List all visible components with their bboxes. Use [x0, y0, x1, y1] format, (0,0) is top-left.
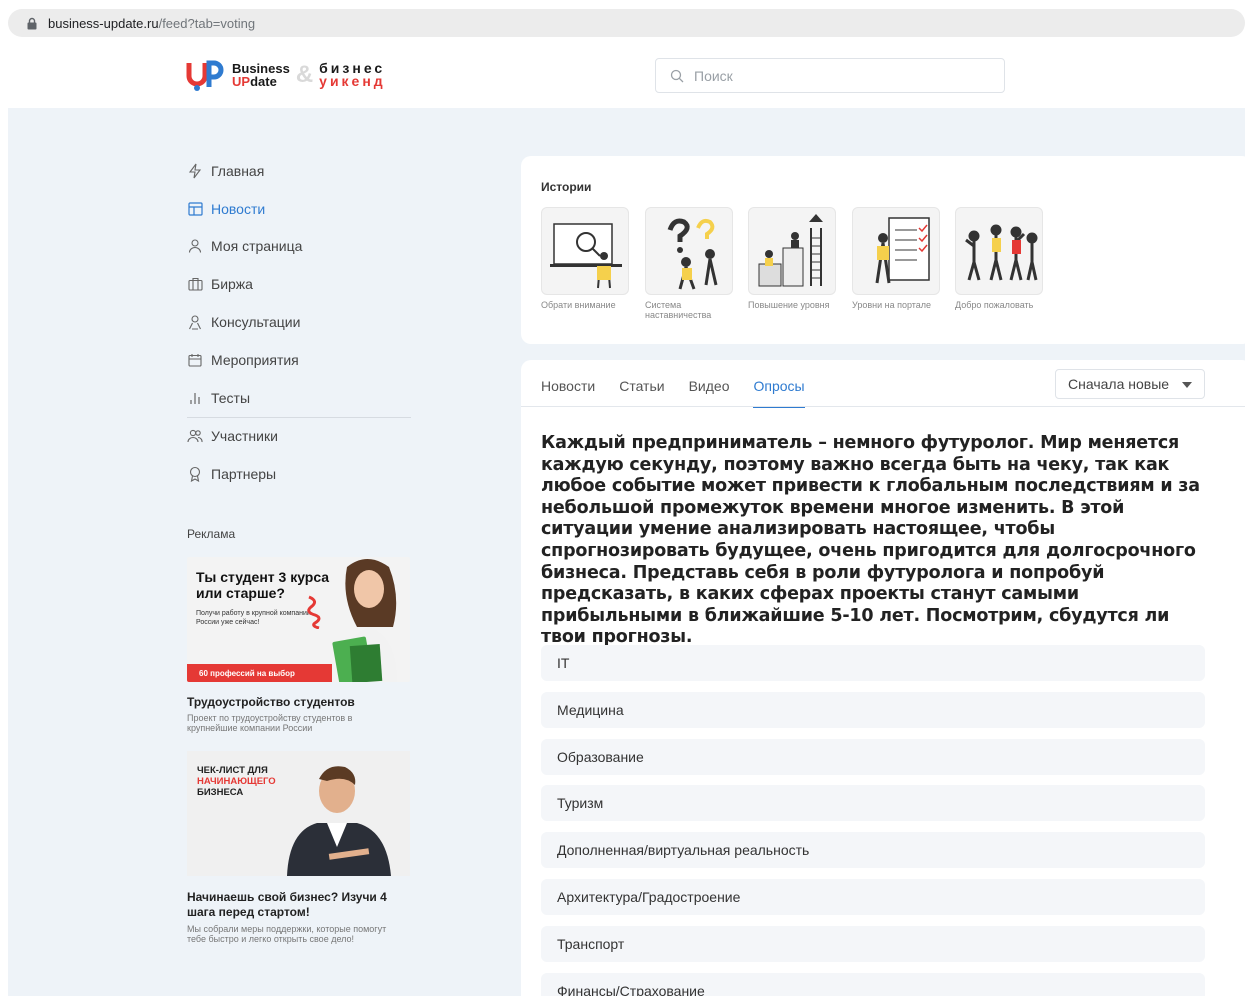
sidebar-item-label: Консультации [211, 314, 301, 331]
sidebar-item-label: Участники [211, 428, 278, 445]
sidebar-item-label: Партнеры [211, 466, 277, 483]
feed-card: Новости Статьи Видео Опросы Сначала новы… [521, 360, 1245, 996]
story-caption: Добро пожаловать [955, 300, 1034, 310]
story-item[interactable]: Повышение уровня [748, 207, 836, 310]
up-logo-icon [186, 60, 224, 91]
sort-dropdown[interactable]: Сначала новые [1055, 369, 1205, 399]
story-item[interactable]: Добро пожаловать [955, 207, 1043, 310]
story-thumbnail [645, 207, 733, 295]
news-icon [187, 201, 203, 217]
businessman-photo [287, 766, 391, 876]
sidebar-item-events[interactable]: Мероприятия [187, 341, 411, 379]
story-item[interactable]: Система наставничества [645, 207, 733, 320]
poll-option[interactable]: Дополненная/виртуальная реальность [541, 832, 1205, 869]
story-item[interactable]: Уровни на портале [852, 207, 940, 310]
squiggle-icon [307, 595, 321, 629]
users-icon [187, 428, 203, 444]
tab-video[interactable]: Видео [689, 378, 730, 408]
sidebar-item-label: Тесты [211, 389, 251, 406]
tabs-divider [521, 406, 1245, 407]
logo-business-update: Business UPdate [232, 61, 290, 89]
consult-icon [187, 314, 203, 330]
poll-option[interactable]: Финансы/Страхование [541, 972, 1205, 996]
logo-biznes-weekend: бизнес уикенд [319, 60, 386, 89]
stories-card: Истории Обрати внимание Система наставни… [521, 156, 1245, 344]
ad-banner-students[interactable]: Ты студент 3 курса или старше? Получи ра… [187, 557, 410, 682]
sidebar-item-news[interactable]: Новости [187, 190, 411, 228]
sidebar-item-label: Биржа [211, 276, 253, 293]
sidebar-item-exchange[interactable]: Биржа [187, 265, 411, 303]
tab-articles[interactable]: Статьи [619, 378, 664, 408]
sidebar-item-partners[interactable]: Партнеры [187, 455, 411, 493]
story-caption: Обрати внимание [541, 300, 616, 310]
sidebar-item-label: Новости [211, 200, 266, 217]
tab-polls[interactable]: Опросы [753, 378, 805, 408]
lightning-icon [187, 163, 203, 179]
poll-option[interactable]: Туризм [541, 785, 1205, 822]
ad-title[interactable]: Начинаешь свой бизнес? Изучи 4 шага пере… [187, 890, 402, 920]
story-caption: Повышение уровня [748, 300, 830, 310]
stories-heading: Истории [541, 180, 592, 194]
sidebar-item-label: Моя страница [211, 238, 303, 255]
url-host: business-update.ru [48, 15, 159, 31]
story-thumbnail [852, 207, 940, 295]
ads-heading: Реклама [187, 527, 236, 541]
poll-option[interactable]: Транспорт [541, 925, 1205, 962]
user-icon [187, 238, 203, 254]
sidebar-nav: Главная Новости Моя страница Биржа Консу… [187, 152, 411, 493]
site-logo[interactable]: Business UPdate & бизнес уикенд [186, 57, 386, 93]
poll-option[interactable]: Медицина [541, 691, 1205, 728]
sidebar-item-label: Главная [211, 162, 265, 179]
poll-option[interactable]: Образование [541, 738, 1205, 775]
search-placeholder: Поиск [694, 67, 733, 84]
student-photo [332, 559, 397, 682]
sidebar-item-consultations[interactable]: Консультации [187, 303, 411, 341]
calendar-icon [187, 352, 203, 368]
ad-banner-strip: 60 профессий на выбор [187, 664, 332, 682]
story-thumbnail [748, 207, 836, 295]
story-caption: Уровни на портале [852, 300, 932, 310]
poll-options: IT Медицина Образование Туризм Дополненн… [541, 645, 1205, 996]
search-icon [670, 69, 684, 82]
address-bar[interactable]: business-update.ru/feed?tab=voting [8, 9, 1245, 37]
poll-option[interactable]: IT [541, 645, 1205, 681]
chevron-down-icon [1182, 382, 1192, 388]
ad-title[interactable]: Трудоустройство студентов [187, 695, 355, 709]
ad-description: Проект по трудоустройству студентов в кр… [187, 713, 353, 733]
ad-banner-checklist[interactable]: ЧЕК-ЛИСТ ДЛЯ НАЧИНАЮЩЕГО БИЗНЕСА [187, 751, 410, 876]
feed-tabs: Новости Статьи Видео Опросы [541, 378, 829, 408]
search-input[interactable]: Поиск [655, 58, 1005, 93]
logo-ampersand: & [295, 61, 314, 88]
tab-news[interactable]: Новости [541, 378, 595, 408]
sort-value: Сначала новые [1068, 376, 1170, 392]
ad-description: Мы собрали меры поддержки, которые помог… [187, 924, 387, 944]
story-thumbnail [541, 207, 629, 295]
story-item[interactable]: Обрати внимание [541, 207, 629, 310]
story-thumbnail [955, 207, 1043, 295]
poll-option[interactable]: Архитектура/Градостроение [541, 878, 1205, 915]
award-icon [187, 466, 203, 483]
sidebar-item-home[interactable]: Главная [187, 152, 411, 190]
url-path: /feed?tab=voting [158, 15, 256, 31]
story-caption: Система наставничества [645, 300, 712, 320]
bars-icon [187, 390, 203, 406]
lock-icon [27, 17, 37, 29]
briefcase-icon [187, 276, 203, 292]
poll-question: Каждый предприниматель – немного футурол… [541, 433, 1200, 648]
site-header: Business UPdate & бизнес уикенд Поиск [8, 42, 1245, 108]
sidebar-item-members[interactable]: Участники [187, 418, 411, 456]
sidebar-item-my-page[interactable]: Моя страница [187, 228, 411, 266]
sidebar-item-label: Мероприятия [211, 351, 299, 368]
ad2-banner-title: ЧЕК-ЛИСТ ДЛЯ НАЧИНАЮЩЕГО БИЗНЕСА [197, 765, 276, 798]
sidebar-item-tests[interactable]: Тесты [187, 379, 411, 417]
